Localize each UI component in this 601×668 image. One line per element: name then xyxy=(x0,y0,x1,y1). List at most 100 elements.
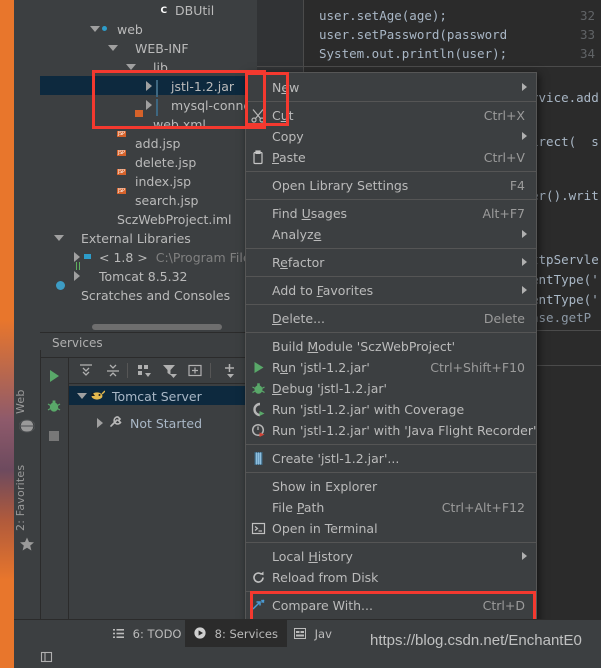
menu-item-refactor[interactable]: Refactor xyxy=(246,252,536,273)
tree-item-web[interactable]: web xyxy=(40,19,256,38)
tree-item-web-xml[interactable]: web.xml xyxy=(40,114,256,133)
menu-item-create-jstl-1-2-jar[interactable]: Create 'jstl-1.2.jar'... xyxy=(246,448,536,469)
layout-icon[interactable] xyxy=(40,650,54,667)
tool-window-bar-bottom: 6: TODO 8: Services Jav xyxy=(14,619,601,648)
service-row-tomcat-server[interactable]: Tomcat Server xyxy=(69,386,256,405)
jsp-icon xyxy=(117,173,132,188)
menu-item-local-history[interactable]: Local History xyxy=(246,546,536,567)
menu-item-find-usages[interactable]: Find Usages Alt+F7 xyxy=(246,203,536,224)
chevron-down-icon[interactable] xyxy=(90,24,100,33)
menu-item-delete[interactable]: Delete... Delete xyxy=(246,308,536,329)
menu-item-debug-jstl-1-2-jar[interactable]: Debug 'jstl-1.2.jar' xyxy=(246,378,536,399)
idea-window: 32 33 34 user.setAge(age); user.setPassw… xyxy=(0,0,601,668)
menu-item-open-in-terminal[interactable]: Open in Terminal xyxy=(246,518,536,539)
chevron-down-icon[interactable] xyxy=(77,391,87,400)
menu-separator xyxy=(246,444,536,445)
menu-item-label: Build Module 'SczWebProject' xyxy=(272,339,456,354)
tree-item-mysql-connector-j[interactable]: mysql-connector-j xyxy=(40,95,256,116)
tree-item-jstl-1-2-jar[interactable]: jstl-1.2.jar xyxy=(40,76,256,97)
tree-item-scratches-and-consoles[interactable]: Scratches and Consoles xyxy=(40,285,256,304)
editor-divider xyxy=(530,365,601,366)
menu-item-analyze[interactable]: Analyze xyxy=(246,224,536,245)
group-by-icon[interactable] xyxy=(135,362,153,379)
project-tree[interactable]: DBUtil web WEB-INF lib jstl-1.2.jar mysql-con… xyxy=(40,0,256,332)
tree-item-label: < 1.8 > xyxy=(99,250,148,265)
tree-item-search-jsp[interactable]: search.jsp xyxy=(40,190,256,209)
editor-divider xyxy=(530,330,601,331)
tree-item-add-jsp[interactable]: add.jsp xyxy=(40,133,256,152)
tree-item-index-jsp[interactable]: index.jsp xyxy=(40,171,256,190)
menu-item-compare-with[interactable]: Compare With... Ctrl+D xyxy=(246,595,536,616)
menu-item-copy[interactable]: Copy xyxy=(246,126,536,147)
code-fragment: nse.getP xyxy=(531,310,592,325)
chevron-right-icon[interactable] xyxy=(72,252,81,262)
menu-item-paste[interactable]: Paste Ctrl+V xyxy=(246,147,536,168)
tree-item-web-inf[interactable]: WEB-INF xyxy=(40,38,256,57)
desktop-wallpaper-strip xyxy=(0,0,14,668)
tree-item-external-libraries[interactable]: External Libraries xyxy=(40,228,256,247)
services-title: Services xyxy=(52,336,103,350)
menu-item-reload-from-disk[interactable]: Reload from Disk xyxy=(246,567,536,588)
tree-item-delete-jsp[interactable]: delete.jsp xyxy=(40,152,256,171)
menu-item-build-module-sczwebproject[interactable]: Build Module 'SczWebProject' xyxy=(246,336,536,357)
menu-item-run-jstl-1-2-jar[interactable]: Run 'jstl-1.2.jar' Ctrl+Shift+F10 xyxy=(246,357,536,378)
menu-separator xyxy=(246,101,536,102)
tree-item-lib[interactable]: lib xyxy=(40,57,256,76)
menu-item-label: File Path xyxy=(272,500,325,515)
bottom-tab-javaee[interactable]: Jav xyxy=(285,620,341,648)
menu-item-label: Run 'jstl-1.2.jar' with Coverage xyxy=(272,402,465,417)
chevron-down-icon[interactable] xyxy=(54,233,64,242)
java-ee-icon xyxy=(294,621,306,649)
menu-item-label: Add to Favorites xyxy=(272,283,374,298)
chevron-right-icon[interactable] xyxy=(95,418,104,428)
code-line: user.setPassword(password xyxy=(319,27,508,42)
menu-item-label: Local History xyxy=(272,549,353,564)
run-icon[interactable] xyxy=(46,368,62,384)
web-globe-icon[interactable] xyxy=(18,418,36,434)
bottom-tab-label: 8: Services xyxy=(214,627,278,641)
tree-item-tomcat-8-5-32[interactable]: Tomcat 8.5.32 xyxy=(40,266,256,285)
chevron-right-icon[interactable] xyxy=(144,100,153,110)
add-frame-icon[interactable] xyxy=(186,362,204,379)
filter-icon[interactable] xyxy=(161,362,179,379)
add-icon[interactable] xyxy=(221,362,239,379)
jar-icon xyxy=(153,78,168,97)
menu-item-open-library-settings[interactable]: Open Library Settings F4 xyxy=(246,175,536,196)
tree-horizontal-scrollbar[interactable] xyxy=(40,322,256,331)
toolbar-divider xyxy=(210,363,211,378)
menu-item-show-in-explorer[interactable]: Show in Explorer xyxy=(246,476,536,497)
menu-item-shortcut: Delete xyxy=(483,311,525,326)
menu-item-new[interactable]: New xyxy=(246,77,536,98)
services-tool-window[interactable]: Services Tomcat Server Not Started xyxy=(40,332,256,620)
bottom-tab-todo[interactable]: 6: TODO xyxy=(104,620,191,648)
bottom-tab-services[interactable]: 8: Services xyxy=(185,620,287,648)
tree-item-dbutil[interactable]: DBUtil xyxy=(40,0,256,19)
chevron-down-icon[interactable] xyxy=(126,62,136,71)
tool-button-web[interactable]: Web xyxy=(14,372,40,414)
tree-item-label: SczWebProject.iml xyxy=(117,212,232,227)
compare-icon xyxy=(251,598,266,613)
tree-item-sczwebproject-iml[interactable]: SczWebProject.iml xyxy=(40,209,256,228)
expand-all-icon[interactable] xyxy=(77,362,95,379)
menu-item-file-path[interactable]: File Path Ctrl+Alt+F12 xyxy=(246,497,536,518)
menu-item-add-to-favorites[interactable]: Add to Favorites xyxy=(246,280,536,301)
service-row-not-started[interactable]: Not Started xyxy=(69,413,202,432)
context-menu[interactable]: New Cut Ctrl+X Copy Paste Ctrl+V Open Library … xyxy=(245,72,537,668)
chevron-right-icon xyxy=(522,83,527,91)
tree-item-1-8[interactable]: < 1.8 > C:\Program Files\Ja xyxy=(40,247,256,266)
menu-item-label: Show in Explorer xyxy=(272,479,378,494)
code-fragment: rvice.add xyxy=(531,90,599,105)
chevron-down-icon[interactable] xyxy=(108,43,118,52)
chevron-right-icon[interactable] xyxy=(144,81,153,91)
tool-button-favorites[interactable]: 2: Favorites xyxy=(14,446,40,531)
menu-item-run-jstl-1-2-jar-with-coverage[interactable]: Run 'jstl-1.2.jar' with Coverage xyxy=(246,399,536,420)
debug-icon[interactable] xyxy=(46,398,62,414)
services-toolbar xyxy=(69,358,256,384)
star-icon[interactable] xyxy=(19,536,35,552)
collapse-all-icon[interactable] xyxy=(104,362,122,379)
menu-item-run-jstl-1-2-jar-with-java-flight-recorder[interactable]: Run 'jstl-1.2.jar' with 'Java Flight Rec… xyxy=(246,420,536,441)
menu-item-cut[interactable]: Cut Ctrl+X xyxy=(246,105,536,126)
menu-item-shortcut: Ctrl+V xyxy=(483,150,525,165)
stop-icon[interactable] xyxy=(46,428,62,444)
chevron-right-icon[interactable] xyxy=(72,271,81,281)
